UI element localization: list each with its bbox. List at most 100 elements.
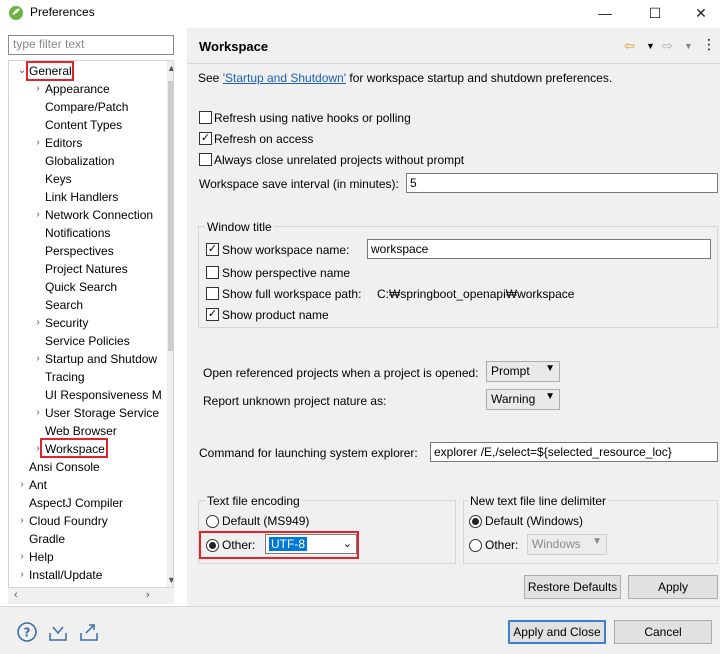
enc-other-radio[interactable] — [206, 539, 219, 552]
delim-other-radio[interactable] — [469, 539, 482, 552]
forward-arrow-icon[interactable]: ⇨ — [662, 38, 673, 54]
maximize-button[interactable]: ☐ — [638, 2, 672, 24]
chevron-right-icon[interactable]: › — [17, 548, 27, 566]
chevron-right-icon[interactable]: › — [33, 80, 43, 98]
scroll-up-icon[interactable]: ▲ — [167, 63, 173, 73]
chevron-right-icon[interactable]: › — [33, 440, 43, 458]
tree-item[interactable]: Ansi Console — [29, 458, 100, 476]
tree-item[interactable]: › Startup and Shutdow — [36, 350, 157, 368]
tree-item-label: Ansi Console — [29, 460, 100, 474]
tree-item[interactable]: Notifications — [45, 224, 110, 242]
tree-item[interactable]: Quick Search — [45, 278, 117, 296]
tree-item-label: Compare/Patch — [45, 100, 129, 114]
more-menu-icon[interactable]: ⋮ — [702, 36, 716, 53]
tree-item[interactable]: › Cloud Foundry — [20, 512, 107, 530]
show-ws-name-checkbox[interactable]: ✓ — [206, 243, 219, 256]
report-unknown-combo[interactable]: Warning ▼ — [486, 389, 560, 410]
back-menu-icon[interactable]: ▼ — [646, 41, 655, 51]
scroll-down-icon[interactable]: ▼ — [167, 575, 173, 585]
close-unrelated-checkbox[interactable] — [199, 153, 212, 166]
report-unknown-label: Report unknown project nature as: — [203, 394, 387, 408]
tree-item-label: Notifications — [45, 226, 111, 240]
apply-and-close-button[interactable]: Apply and Close — [508, 620, 606, 644]
startup-shutdown-link[interactable]: 'Startup and Shutdown' — [223, 71, 346, 85]
delim-other-combo[interactable]: Windows ▼ — [527, 534, 607, 555]
tree-item[interactable]: › Network Connection — [36, 206, 153, 224]
tree-item[interactable]: › Security — [36, 314, 88, 332]
chevron-right-icon[interactable]: › — [33, 206, 43, 224]
chevron-right-icon[interactable]: › — [17, 512, 27, 530]
tree-item[interactable]: Perspectives — [45, 242, 114, 260]
tree-item[interactable]: Search — [45, 296, 83, 314]
show-perspective-checkbox[interactable] — [206, 266, 219, 279]
tree-item[interactable]: Compare/Patch — [45, 98, 128, 116]
restore-defaults-button[interactable]: Restore Defaults — [524, 575, 621, 599]
report-unknown-value: Warning — [491, 392, 536, 406]
apply-button[interactable]: Apply — [628, 575, 718, 599]
refresh-native-checkbox[interactable] — [199, 111, 212, 124]
chevron-right-icon[interactable]: › — [33, 134, 43, 152]
scroll-right-icon[interactable]: › — [146, 589, 150, 601]
import-icon[interactable] — [47, 621, 69, 643]
tree-item[interactable]: › Ant — [20, 476, 47, 494]
tree-item[interactable]: › Appearance — [36, 80, 109, 98]
tree-item-label: Project Natures — [45, 262, 128, 276]
tree-item[interactable]: › Install/Update — [20, 566, 102, 584]
refresh-access-checkbox[interactable]: ✓ — [199, 132, 212, 145]
refresh-access-label: Refresh on access — [214, 132, 314, 146]
cancel-button[interactable]: Cancel — [614, 620, 712, 644]
show-product-checkbox[interactable]: ✓ — [206, 308, 219, 321]
tree-item[interactable]: Tracing — [45, 368, 85, 386]
preferences-tree[interactable]: ⌄ General › Appearance Compare/Patch Content … — [8, 60, 174, 588]
tree-item[interactable]: Link Handlers — [45, 188, 118, 206]
ws-name-input[interactable]: workspace — [367, 239, 711, 259]
minimize-button[interactable]: — — [588, 2, 622, 24]
show-full-path-checkbox[interactable] — [206, 287, 219, 300]
chevron-right-icon[interactable]: › — [17, 566, 27, 584]
tree-item[interactable]: AspectJ Compiler — [29, 494, 123, 512]
scroll-left-icon[interactable]: ‹ — [14, 589, 18, 601]
chevron-right-icon[interactable]: › — [33, 350, 43, 368]
tree-item-label: UI Responsiveness M — [45, 388, 162, 402]
tree-item[interactable]: Service Policies — [45, 332, 130, 350]
tree-item[interactable]: Web Browser — [45, 422, 117, 440]
tree-item-label: Perspectives — [45, 244, 114, 258]
delim-other-label: Other: — [485, 538, 519, 552]
chevron-right-icon[interactable]: › — [33, 314, 43, 332]
command-input[interactable]: explorer /E,/select=${selected_resource_… — [430, 442, 718, 462]
save-interval-input[interactable]: 5 — [406, 173, 718, 193]
enc-default-radio[interactable] — [206, 515, 219, 528]
tree-item[interactable]: Keys — [45, 170, 72, 188]
chevron-down-icon[interactable]: ⌄ — [17, 62, 27, 80]
tree-item-label: Search — [45, 298, 84, 312]
tree-horizontal-scrollbar[interactable]: ‹ › — [8, 588, 174, 604]
open-ref-combo[interactable]: Prompt ▼ — [486, 361, 560, 382]
dialog-footer — [0, 606, 720, 654]
tree-item[interactable]: › User Storage Service — [36, 404, 159, 422]
export-icon[interactable] — [78, 621, 100, 643]
back-arrow-icon[interactable]: ⇦ — [624, 38, 635, 54]
tree-item[interactable]: UI Responsiveness M — [45, 386, 162, 404]
tree-item[interactable]: ⌄ General — [18, 62, 72, 80]
close-button[interactable]: ✕ — [684, 2, 718, 24]
delim-default-radio[interactable] — [469, 515, 482, 528]
filter-input[interactable]: type filter text — [8, 35, 174, 55]
tree-item[interactable]: › Workspace — [36, 440, 104, 458]
help-icon[interactable]: ? — [16, 621, 38, 643]
chevron-right-icon[interactable]: › — [17, 476, 27, 494]
tree-item[interactable]: Globalization — [45, 152, 114, 170]
tree-item[interactable]: Gradle — [29, 530, 65, 548]
forward-menu-icon[interactable]: ▼ — [684, 41, 693, 51]
tree-item[interactable]: Project Natures — [45, 260, 128, 278]
enc-other-combo[interactable]: UTF-8 ⌄ — [265, 534, 357, 554]
tree-item-label: Globalization — [45, 154, 115, 168]
tree-scroll-thumb[interactable] — [168, 81, 173, 351]
tree-item[interactable]: › Editors — [36, 134, 82, 152]
tree-item[interactable]: Content Types — [45, 116, 122, 134]
tree-item[interactable]: › Help — [20, 548, 53, 566]
chevron-right-icon[interactable]: › — [33, 404, 43, 422]
